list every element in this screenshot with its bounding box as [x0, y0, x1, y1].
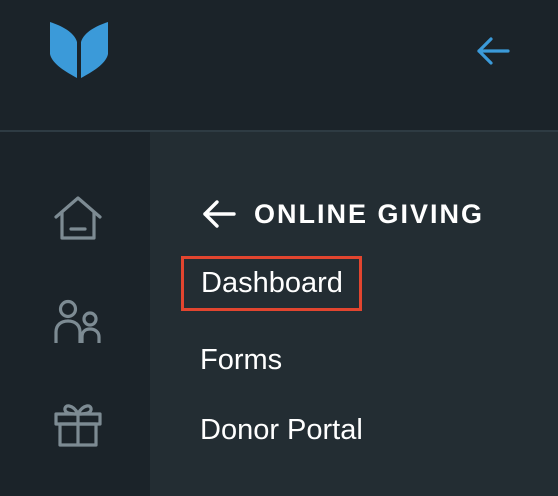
nav-link-dashboard[interactable]: Dashboard — [181, 256, 362, 311]
rail-item-home[interactable] — [48, 188, 108, 248]
gift-icon — [54, 404, 102, 447]
icon-rail — [0, 132, 150, 496]
rail-item-gifts[interactable] — [48, 394, 108, 454]
people-icon — [54, 299, 101, 343]
collapse-sidebar-button[interactable] — [470, 28, 516, 74]
section-title: ONLINE GIVING — [254, 198, 485, 229]
nav-link-donor-portal[interactable]: Donor Portal — [200, 414, 363, 447]
back-to-main-menu-button[interactable]: ONLINE GIVING — [202, 194, 484, 234]
home-icon — [54, 196, 102, 240]
book-leaf-logo[interactable] — [48, 20, 110, 80]
nav-link-forms[interactable]: Forms — [200, 344, 282, 377]
arrow-left-icon — [203, 200, 236, 228]
top-bar — [0, 0, 558, 132]
arrow-left-icon — [477, 37, 510, 65]
submenu-panel: ONLINE GIVING Dashboard Forms Donor Port… — [150, 132, 558, 496]
rail-item-people[interactable] — [48, 292, 108, 352]
